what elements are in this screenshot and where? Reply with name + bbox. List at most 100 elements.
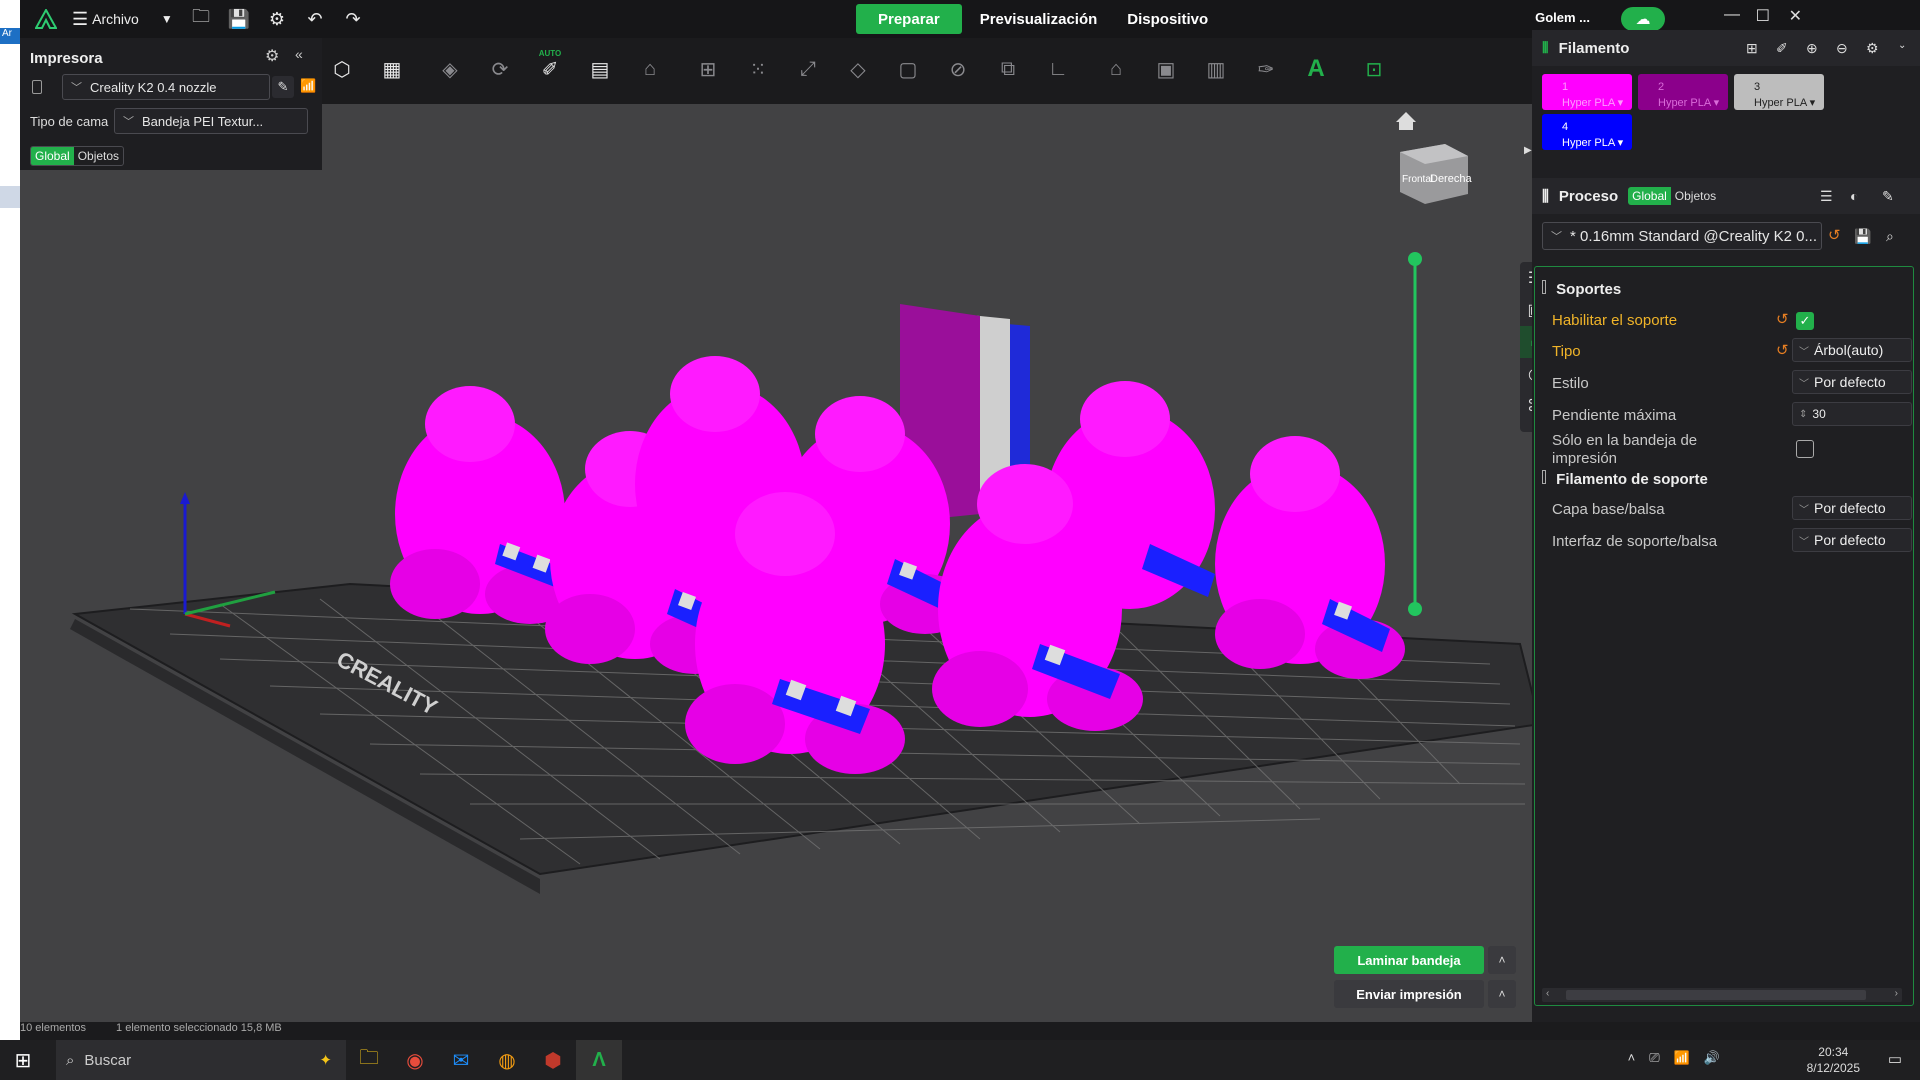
- slicer-app-icon[interactable]: Λ: [576, 1040, 622, 1080]
- printer-icon: [32, 80, 42, 94]
- blender-icon[interactable]: ◍: [484, 1040, 530, 1080]
- chrome-icon[interactable]: ◉: [392, 1040, 438, 1080]
- list-view-icon[interactable]: ☰: [1820, 188, 1833, 205]
- filament-settings-icon[interactable]: ⚙: [1866, 40, 1879, 57]
- filament-chip-4[interactable]: 4 Hyper PLA ▾: [1542, 114, 1632, 150]
- maximize-icon[interactable]: ☐: [1756, 6, 1770, 26]
- brim-icon[interactable]: ∟: [1038, 49, 1078, 89]
- slice-plate-button[interactable]: Laminar bandeja: [1334, 946, 1484, 974]
- scrollbar-thumb[interactable]: [1566, 990, 1866, 1000]
- open-folder-icon[interactable]: 🗀: [182, 0, 220, 38]
- save-icon[interactable]: 💾: [220, 0, 258, 38]
- windows-start-icon[interactable]: ⊞: [0, 1040, 46, 1080]
- minimize-icon[interactable]: —: [1724, 6, 1740, 24]
- file-explorer-icon[interactable]: 🗀: [346, 1040, 392, 1080]
- scope-global-button[interactable]: Global: [31, 147, 74, 165]
- filament-icon: ⦀: [1542, 39, 1549, 57]
- array-icon[interactable]: ⁙: [738, 49, 778, 89]
- reset-profile-icon[interactable]: ↺: [1828, 226, 1841, 244]
- scroll-right-icon[interactable]: ›: [1895, 988, 1898, 999]
- file-menu-button[interactable]: ☰ Archivo ▼: [72, 9, 182, 30]
- filament-chip-1[interactable]: 1 Hyper PLA ▾: [1542, 74, 1632, 110]
- tray-device-icon[interactable]: ⎚: [1649, 1050, 1659, 1066]
- send-print-button[interactable]: Enviar impresión: [1334, 980, 1484, 1008]
- close-icon[interactable]: ✕: [1789, 6, 1802, 26]
- filament-chip-2[interactable]: 2 Hyper PLA ▾: [1638, 74, 1728, 110]
- save-profile-icon[interactable]: 💾: [1854, 228, 1871, 245]
- tab-device[interactable]: Dispositivo: [1115, 4, 1220, 34]
- collapse-icon[interactable]: ⌄: [1898, 40, 1906, 51]
- slice-options-icon[interactable]: ˄: [1488, 946, 1516, 974]
- process-scope-objects[interactable]: Objetos: [1671, 187, 1720, 205]
- process-profile-select[interactable]: ﹀ * 0.16mm Standard @Creality K2 0...: [1542, 222, 1822, 250]
- tray-chevron-icon[interactable]: ˄: [1628, 1050, 1636, 1066]
- outlook-icon[interactable]: ✉: [438, 1040, 484, 1080]
- fill-icon[interactable]: ▥: [1196, 49, 1236, 89]
- bed-type-select[interactable]: ﹀ Bandeja PEI Textur...: [114, 108, 308, 134]
- text-icon[interactable]: A: [1296, 49, 1336, 89]
- volume-icon[interactable]: 🔊: [1704, 1050, 1720, 1066]
- filament-chip-3[interactable]: 3 Hyper PLA ▾: [1734, 74, 1824, 110]
- tab-prepare[interactable]: Preparar: [856, 4, 962, 34]
- process-edit-icon[interactable]: ✎: [1882, 188, 1894, 205]
- wifi-icon[interactable]: 📶: [300, 78, 316, 94]
- notifications-icon[interactable]: ▭: [1888, 1050, 1902, 1068]
- filament-sync-icon[interactable]: ⊞: [1746, 40, 1758, 57]
- arrange-grid-icon[interactable]: ▦: [372, 49, 412, 89]
- max-slope-input[interactable]: ⇕ 30: [1792, 402, 1912, 426]
- expand-panel-icon[interactable]: ▶: [1524, 145, 1532, 156]
- user-name[interactable]: Golem ...: [1535, 10, 1590, 25]
- collapse-panel-icon[interactable]: «: [295, 46, 303, 62]
- scroll-left-icon[interactable]: ‹: [1546, 988, 1549, 999]
- split-icon[interactable]: ▤: [580, 49, 620, 89]
- rotate-icon[interactable]: ⟳: [480, 49, 520, 89]
- edit-printer-icon[interactable]: ✎: [272, 76, 294, 98]
- 3d-viewport[interactable]: CREALITY Frontal Derecha: [20, 104, 1532, 1040]
- reset-support-type-icon[interactable]: ↺: [1776, 341, 1789, 359]
- section-marker: [1542, 470, 1546, 484]
- compare-icon[interactable]: ◐: [1850, 188, 1858, 204]
- scale-icon[interactable]: ⤢: [788, 49, 828, 89]
- add-object-icon[interactable]: ⬡: [322, 49, 362, 89]
- bed-only-checkbox[interactable]: [1796, 440, 1814, 458]
- mesh-boolean-icon[interactable]: ▣: [1146, 49, 1186, 89]
- undo-icon[interactable]: ↶: [296, 0, 334, 38]
- printer-select[interactable]: ﹀ Creality K2 0.4 nozzle: [62, 74, 270, 100]
- reset-enable-support-icon[interactable]: ↺: [1776, 310, 1789, 328]
- zoom-fit-icon[interactable]: ⊡: [1354, 49, 1394, 89]
- clock[interactable]: 20:34 8/12/2025: [1807, 1044, 1860, 1076]
- send-options-icon[interactable]: ˄: [1488, 980, 1516, 1008]
- remove-filament-icon[interactable]: ⊖: [1836, 40, 1848, 57]
- height-range-icon[interactable]: ⌂: [1096, 49, 1136, 89]
- interface-filament-select[interactable]: ﹀ Por defecto: [1792, 528, 1912, 552]
- wifi-icon[interactable]: 📶: [1674, 1050, 1690, 1066]
- base-filament-select[interactable]: ﹀ Por defecto: [1792, 496, 1912, 520]
- add-filament-icon[interactable]: ⊕: [1806, 40, 1818, 57]
- search-icon[interactable]: ⌕: [1886, 228, 1894, 245]
- enable-support-checkbox[interactable]: ✓: [1796, 312, 1814, 330]
- auto-orient-icon[interactable]: AUTO ✐: [530, 49, 570, 89]
- scope-objects-button[interactable]: Objetos: [74, 147, 123, 165]
- orient-icon[interactable]: ◈: [430, 49, 470, 89]
- taskbar-search[interactable]: ⌕ Buscar ✦: [56, 1040, 346, 1080]
- process-scope-global[interactable]: Global: [1628, 187, 1671, 205]
- cloud-upload-icon[interactable]: ☁: [1621, 7, 1665, 31]
- cube-app-icon[interactable]: ⬢: [530, 1040, 576, 1080]
- settings-icon[interactable]: ⚙: [258, 0, 296, 38]
- support-paint-icon[interactable]: ◇: [838, 49, 878, 89]
- paint-icon[interactable]: ✑: [1246, 49, 1286, 89]
- layout-icon[interactable]: ⊞: [688, 49, 728, 89]
- horizontal-scrollbar[interactable]: ‹ ›: [1542, 988, 1902, 1002]
- process-scope-toggle: Global Objetos: [1628, 187, 1720, 205]
- status-bar: 10 elementos 1 elemento seleccionado 15,…: [20, 1022, 1920, 1040]
- assembly-icon[interactable]: ⧉: [988, 49, 1028, 89]
- redo-icon[interactable]: ↷: [334, 0, 372, 38]
- tab-preview[interactable]: Previsualización: [968, 4, 1110, 34]
- support-type-select[interactable]: ﹀ Árbol(auto): [1792, 338, 1912, 362]
- measure-icon[interactable]: ⊘: [938, 49, 978, 89]
- printer-settings-icon[interactable]: ⚙: [265, 46, 279, 66]
- support-style-select[interactable]: ﹀ Por defecto: [1792, 370, 1912, 394]
- seam-icon[interactable]: ▢: [888, 49, 928, 89]
- filament-edit-icon[interactable]: ✐: [1776, 40, 1788, 57]
- cut-icon[interactable]: ⌂: [630, 49, 670, 89]
